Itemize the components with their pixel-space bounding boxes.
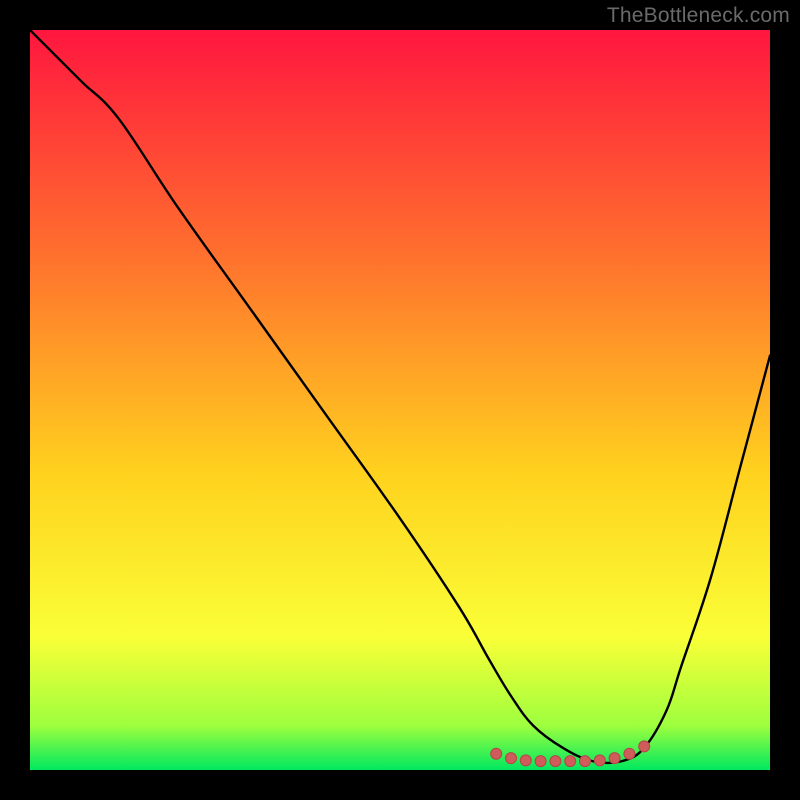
marker-dot bbox=[639, 741, 650, 752]
marker-dot bbox=[520, 755, 531, 766]
marker-dot bbox=[491, 748, 502, 759]
marker-dot bbox=[565, 756, 576, 767]
chart-frame: TheBottleneck.com bbox=[0, 0, 800, 800]
marker-dot bbox=[580, 756, 591, 767]
marker-dot bbox=[506, 753, 517, 764]
plot-area bbox=[30, 30, 770, 770]
marker-dot bbox=[624, 748, 635, 759]
gradient-background bbox=[30, 30, 770, 770]
marker-dot bbox=[550, 756, 561, 767]
plot-svg bbox=[30, 30, 770, 770]
marker-dot bbox=[594, 755, 605, 766]
marker-dot bbox=[609, 753, 620, 764]
watermark-text: TheBottleneck.com bbox=[607, 4, 790, 28]
marker-dot bbox=[535, 756, 546, 767]
